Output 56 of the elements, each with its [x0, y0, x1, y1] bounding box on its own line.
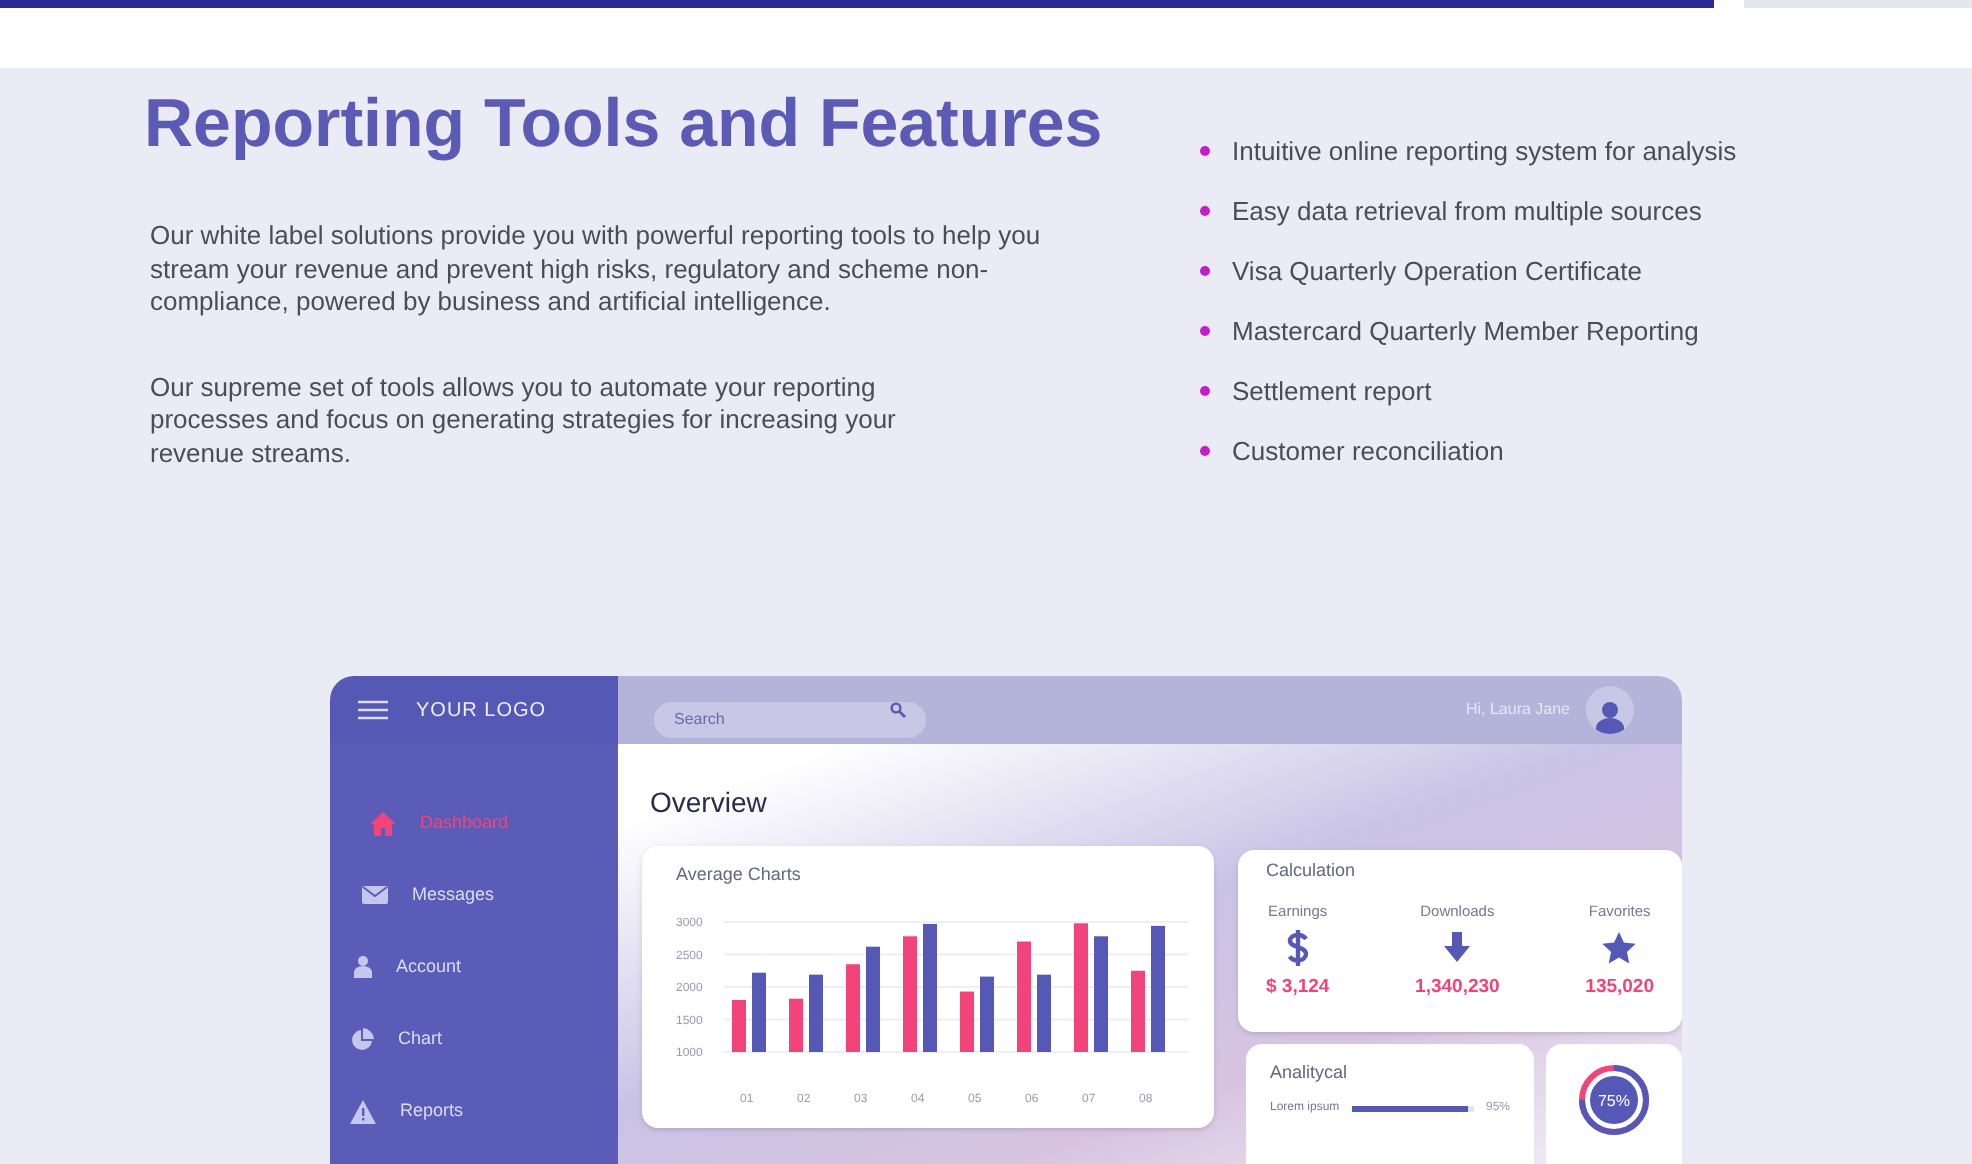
person-icon: [354, 956, 372, 978]
bar: [846, 963, 860, 1051]
logo-text: YOUR LOGO: [416, 697, 547, 725]
avatar-icon[interactable]: [1586, 686, 1634, 734]
dollar-icon: [1285, 929, 1310, 966]
nav-item[interactable]: Chart: [350, 1022, 618, 1056]
paragraph: Our supreme set of tools allows you to automate your reporting processes and focus on generating strategies for increasing your revenue streams.: [150, 371, 898, 470]
pie-chart-icon: [350, 1027, 374, 1051]
nav-item[interactable]: Account: [350, 950, 618, 984]
section-heading: Reporting Tools and Features: [144, 84, 1105, 164]
bullet-icon: [1200, 326, 1210, 336]
star-icon: [1602, 931, 1637, 964]
bullet-icon: [1200, 266, 1210, 276]
feature-item: Mastercard Quarterly Member Reporting: [1232, 313, 1699, 350]
envelope-icon: [362, 886, 388, 904]
bullet-icon: [1200, 206, 1210, 216]
bar: [809, 973, 823, 1051]
bar: [980, 975, 994, 1051]
card-title: Calculation: [1266, 858, 1358, 884]
bar: [1151, 924, 1165, 1051]
donut-reading: 75%: [1598, 1092, 1630, 1110]
bar: [923, 922, 937, 1051]
search-field[interactable]: Search: [654, 701, 926, 737]
feature-item: Settlement report: [1232, 373, 1432, 410]
card-title: Average Charts: [676, 862, 803, 888]
card-title: Analitycal: [1270, 1060, 1350, 1086]
bullet-icon: [1200, 446, 1210, 456]
bar: [903, 935, 917, 1051]
feature-item: Visa Quarterly Operation Certificate: [1232, 253, 1642, 290]
bar: [1037, 973, 1051, 1051]
feature-item: Intuitive online reporting system for analysis: [1232, 133, 1737, 170]
warning-icon: [350, 1099, 376, 1123]
bullet-icon: [1200, 386, 1210, 396]
feature-item: Easy data retrieval from multiple sources: [1232, 193, 1702, 230]
stat-value: 1,340,230: [1415, 973, 1500, 1002]
paragraph: Our white label solutions provide you with powerful reporting tools to help you stream your revenue and prevent high risks, regulatory and scheme non-compliance, powered by business and artificial intelligence.: [150, 220, 1043, 319]
bar: [1017, 940, 1031, 1051]
download-arrow-icon: [1444, 932, 1471, 963]
bar: [789, 997, 803, 1051]
nav-item[interactable]: Messages: [350, 878, 618, 912]
home-icon: [370, 811, 396, 835]
bar: [752, 971, 766, 1051]
bar: [960, 990, 974, 1051]
stat-value: $ 3,124: [1266, 973, 1330, 1002]
search-icon[interactable]: [890, 702, 906, 718]
bar: [1074, 922, 1088, 1051]
bar: [866, 945, 880, 1051]
menu-icon[interactable]: [358, 700, 388, 720]
bar: [732, 999, 746, 1051]
bar: [1131, 969, 1145, 1051]
stat-value: 135,020: [1585, 973, 1654, 1002]
feature-item: Customer reconciliation: [1232, 433, 1504, 470]
bar: [1094, 935, 1108, 1051]
nav-item[interactable]: Reports: [350, 1094, 618, 1128]
bullet-icon: [1200, 146, 1210, 156]
page-title: Overview: [648, 784, 769, 822]
